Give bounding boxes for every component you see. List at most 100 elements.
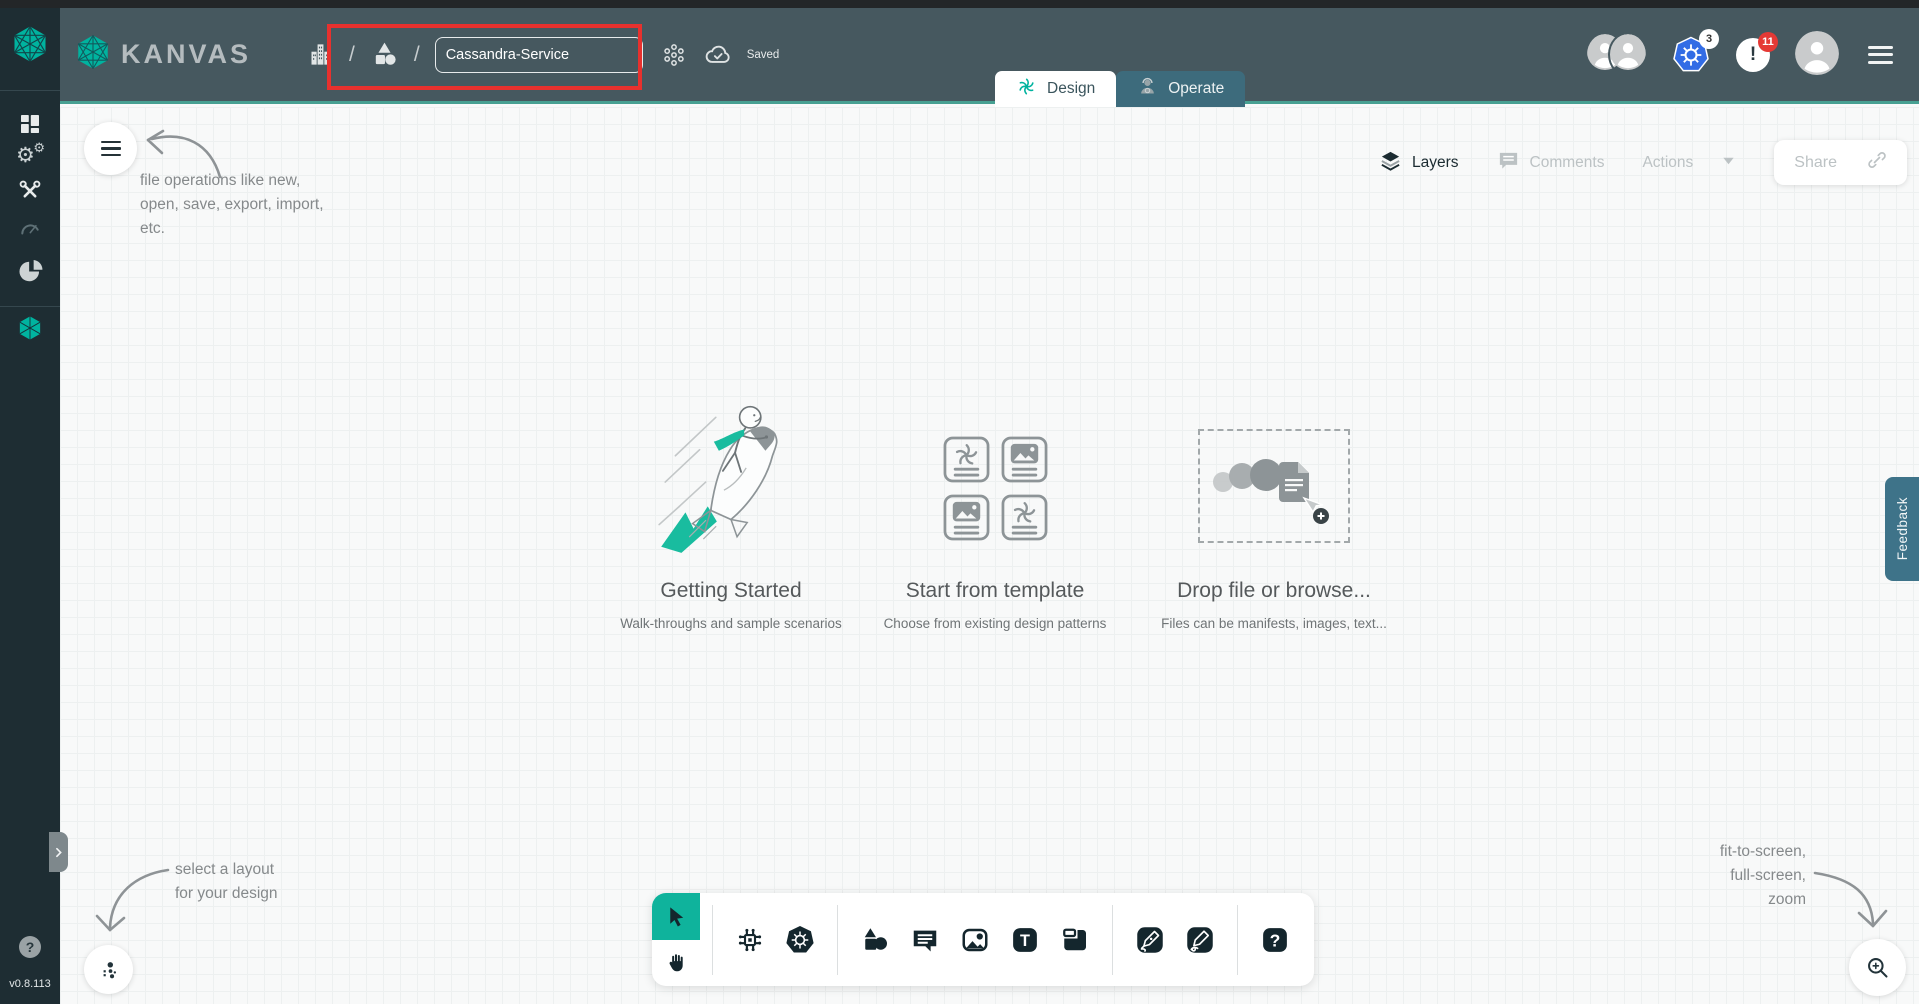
card-subtitle: Files can be manifests, images, text... [1161, 616, 1387, 631]
card-subtitle: Choose from existing design patterns [883, 616, 1107, 631]
card-title: Getting Started [660, 579, 802, 602]
getting-started-card[interactable]: Getting Started Walk-throughs and sample… [600, 375, 862, 631]
help-tool[interactable]: ? [1253, 910, 1297, 970]
profile-avatar[interactable] [1795, 31, 1839, 78]
cluster-visibility-icon[interactable] [661, 42, 687, 68]
layers-icon [1379, 149, 1402, 177]
magnifier-plus-icon [1868, 958, 1888, 978]
header: KANVAS / / Saved 3 [60, 8, 1919, 104]
actions-dropdown[interactable]: Actions [1642, 153, 1736, 173]
kubernetes-context-button[interactable]: 3 [1671, 28, 1719, 75]
notifications-button[interactable]: ! 11 [1736, 31, 1778, 72]
comments-label: Comments [1529, 153, 1605, 171]
text-tool[interactable]: T [1003, 910, 1047, 970]
comments-button[interactable]: Comments [1497, 149, 1605, 177]
design-canvas[interactable]: file operations like new, open, save, ex… [60, 107, 1919, 1004]
file-ops-annotation: file operations like new, open, save, ex… [140, 172, 324, 237]
card-title: Start from template [905, 579, 1085, 602]
text-icon: T [1013, 927, 1037, 952]
empty-state-cards: Getting Started Walk-throughs and sample… [600, 375, 1420, 631]
layout-selector-button[interactable] [84, 945, 133, 994]
pen-tool[interactable] [1128, 910, 1172, 970]
cloud-saved-icon[interactable] [703, 40, 733, 70]
drop-file-card[interactable]: Drop file or browse... Files can be mani… [1128, 375, 1420, 631]
layers-button[interactable]: Layers [1379, 149, 1459, 177]
section-tool[interactable] [1053, 910, 1097, 970]
feedback-label: Feedback [1894, 497, 1910, 561]
svg-text:T: T [1020, 931, 1030, 949]
rocket-illustration [645, 375, 817, 563]
image-tool[interactable] [953, 910, 997, 970]
meshery-logo-icon[interactable] [0, 24, 60, 64]
tab-design[interactable]: Design [995, 71, 1117, 107]
sidebar-item-kanvas[interactable] [0, 314, 60, 342]
saved-status: Saved [746, 48, 780, 61]
chevron-down-icon [1721, 153, 1736, 173]
canvas-topbar: Layers Comments Actions Share [1379, 140, 1907, 185]
canvas-toolbar: T ? [652, 893, 1314, 986]
actions-label: Actions [1642, 153, 1694, 171]
share-button[interactable]: Share [1774, 140, 1907, 185]
kanvas-brand: KANVAS [74, 33, 251, 76]
card-subtitle: Walk-throughs and sample scenarios [620, 616, 842, 631]
k8s-context-badge: 3 [1699, 28, 1719, 49]
template-tiles [943, 436, 1048, 541]
help-button[interactable]: ? [19, 936, 41, 958]
pan-tool[interactable] [652, 940, 700, 987]
toolbar-divider [1112, 904, 1113, 975]
view-annotation: fit-to-screen, full-screen, zoom [1719, 843, 1806, 908]
start-from-template-card[interactable]: Start from template Choose from existing… [862, 375, 1128, 631]
kanvas-logo-icon [74, 33, 112, 76]
file-menu-button[interactable] [84, 122, 137, 175]
gears-icon: ⚙ ⚙ [16, 140, 45, 167]
feedback-tab[interactable]: Feedback [1885, 477, 1919, 581]
toolbar-divider [1237, 904, 1238, 975]
zoom-button[interactable] [1849, 939, 1906, 996]
design-name-input[interactable] [434, 36, 643, 73]
kubernetes-icon [786, 925, 814, 953]
pencil-icon [1187, 926, 1213, 953]
layers-label: Layers [1411, 153, 1459, 171]
image-icon [962, 928, 988, 951]
drop-file-illustration [1213, 459, 1329, 524]
menu-icon [100, 140, 121, 157]
question-icon: ? [1263, 927, 1287, 952]
sidebar-item-extensions[interactable] [0, 258, 60, 285]
component-tool[interactable] [728, 910, 772, 970]
sidebar-expander[interactable] [49, 832, 68, 872]
comment-tool[interactable] [903, 910, 947, 970]
sidebar-item-lifecycle[interactable]: ⚙ ⚙ [0, 140, 60, 170]
tab-design-label: Design [1047, 80, 1096, 97]
comment-icon [913, 930, 937, 951]
breadcrumb-separator: / [349, 42, 355, 66]
sidebar-item-performance[interactable] [0, 217, 60, 241]
hand-icon [669, 954, 683, 971]
kubernetes-tool[interactable] [778, 910, 822, 970]
layout-dots-icon [103, 961, 116, 978]
sidebar-item-dashboard[interactable] [0, 112, 60, 136]
collaborator-avatars[interactable] [1587, 32, 1648, 77]
collaborator-avatar [1608, 32, 1648, 77]
select-tool[interactable] [652, 893, 700, 940]
workspace-shapes-icon[interactable] [370, 40, 399, 69]
section-icon [1063, 928, 1086, 950]
pointer-tools [652, 893, 700, 986]
comments-icon [1497, 149, 1520, 177]
tab-operate[interactable]: Operate [1116, 71, 1246, 107]
sidebar-item-configuration[interactable] [0, 178, 60, 204]
tab-operate-label: Operate [1168, 80, 1225, 97]
cursor-icon [669, 907, 683, 927]
draw-tool[interactable] [1178, 910, 1222, 970]
organization-icon[interactable] [307, 41, 334, 68]
component-icon [738, 928, 762, 951]
app-menu-icon[interactable] [1864, 42, 1897, 68]
breadcrumb: / / [307, 40, 435, 69]
kanvas-app: KANVAS / / Saved 3 [0, 0, 1919, 1004]
mode-tabs: Design Operate [995, 71, 1246, 107]
drop-zone[interactable] [1198, 429, 1350, 543]
shapes-tool[interactable] [853, 910, 897, 970]
header-right: 3 ! 11 [1587, 28, 1897, 78]
svg-text:?: ? [1270, 930, 1281, 950]
layout-annotation: select a layout for your design [175, 861, 278, 902]
toolbar-divider [712, 904, 713, 975]
